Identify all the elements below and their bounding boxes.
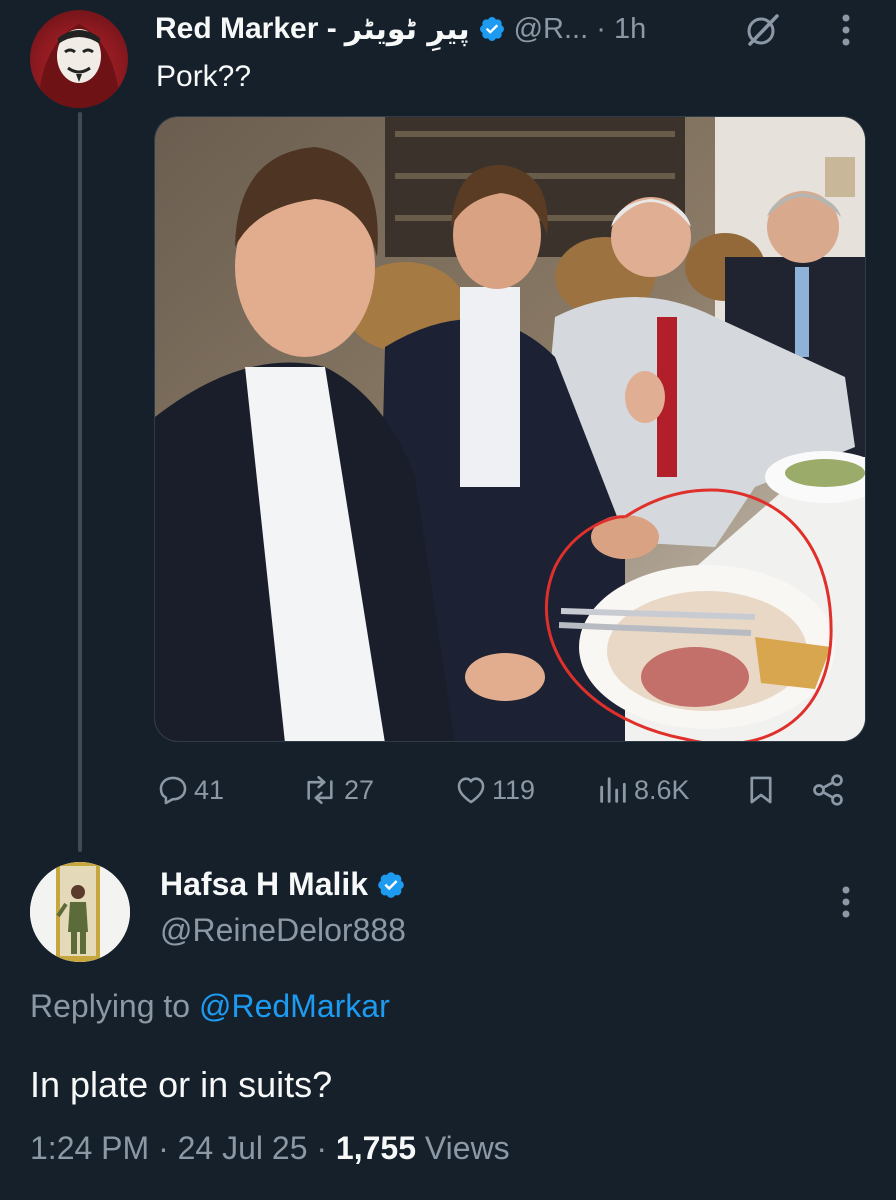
reply-author-display-name[interactable]: Hafsa H Malik xyxy=(160,866,368,903)
thread-line xyxy=(78,112,82,852)
replying-to-label: Replying to xyxy=(30,988,191,1024)
repost-count: 27 xyxy=(344,774,375,805)
bookmark-button[interactable] xyxy=(744,766,778,814)
share-icon xyxy=(813,774,843,806)
reply-button[interactable]: 41 xyxy=(156,766,224,814)
reply-date[interactable]: 24 Jul 25 xyxy=(178,1130,308,1166)
reply-count: 41 xyxy=(194,774,225,805)
tweet-header: Red Marker - پیرِ ٹویٹر @R... · 1h xyxy=(155,6,646,52)
reply-icon xyxy=(159,776,187,805)
reply-views-count: 1,755 xyxy=(335,1130,416,1166)
reply-text: In plate or in suits? xyxy=(30,1064,333,1105)
reply-views-label: Views xyxy=(424,1130,510,1166)
reply-time[interactable]: 1:24 PM xyxy=(30,1130,149,1166)
share-button[interactable] xyxy=(810,766,846,814)
like-button[interactable]: 119 xyxy=(454,766,535,814)
author-display-name-urdu[interactable]: پیرِ ٹویٹر xyxy=(345,12,470,47)
author-handle[interactable]: @R... · 1h xyxy=(514,13,647,46)
reply-author-name-row: Hafsa H Malik xyxy=(160,866,406,903)
views-button[interactable]: 8.6K xyxy=(596,766,690,814)
views-icon xyxy=(600,777,626,803)
bookmark-icon xyxy=(750,776,772,804)
author-display-name[interactable]: Red Marker - xyxy=(155,12,337,46)
tweet-time: 1h xyxy=(613,12,647,45)
more-vertical-icon[interactable] xyxy=(836,880,856,924)
reply-author-handle[interactable]: @ReineDelor888 xyxy=(160,912,406,949)
verified-badge-icon xyxy=(478,15,506,43)
grok-icon[interactable] xyxy=(744,12,780,48)
replying-to-line: Replying to @RedMarkar xyxy=(30,988,390,1025)
replying-to-mention[interactable]: @RedMarkar xyxy=(199,988,390,1024)
tweet-photo[interactable] xyxy=(154,116,866,742)
more-vertical-icon[interactable] xyxy=(836,8,856,52)
like-icon xyxy=(457,777,485,804)
like-count: 119 xyxy=(492,774,536,805)
repost-button[interactable]: 27 xyxy=(300,766,374,814)
repost-icon xyxy=(307,775,333,805)
reply-meta: 1:24 PM · 24 Jul 25 · 1,755 Views xyxy=(30,1130,510,1166)
author-avatar[interactable] xyxy=(30,10,128,108)
views-count: 8.6K xyxy=(634,774,690,805)
reply-author-avatar[interactable] xyxy=(30,862,130,962)
verified-badge-icon xyxy=(376,870,406,900)
tweet-text: Pork?? xyxy=(156,60,252,93)
